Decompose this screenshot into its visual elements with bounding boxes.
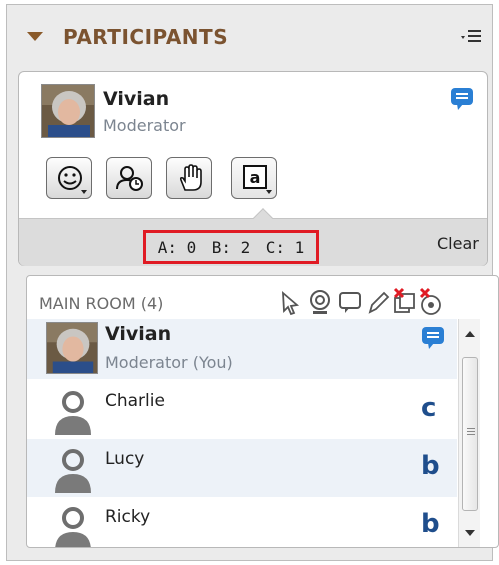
emoticon-button[interactable] xyxy=(46,157,92,199)
answer-badge: b xyxy=(421,509,440,539)
avatar xyxy=(41,84,95,138)
answer-a-icon: a xyxy=(243,165,267,189)
list-item[interactable]: Lucy b xyxy=(27,439,457,497)
answer-badge: c xyxy=(421,393,437,423)
participant-name: Lucy xyxy=(105,449,145,469)
webcam-icon[interactable] xyxy=(307,287,333,317)
raise-hand-button[interactable] xyxy=(166,157,212,199)
panel-header: PARTICIPANTS xyxy=(7,5,492,61)
smiley-icon xyxy=(58,166,82,190)
desktop-share-off-icon[interactable] xyxy=(417,287,443,317)
clear-button[interactable]: Clear xyxy=(437,234,479,253)
list-item-me[interactable]: Vivian Moderator (You) xyxy=(27,319,457,379)
person-icon xyxy=(55,391,91,435)
list-item[interactable]: Charlie c xyxy=(27,381,457,439)
panel-title: PARTICIPANTS xyxy=(63,25,229,49)
user-role: Moderator xyxy=(103,116,186,135)
list-item[interactable]: Ricky b xyxy=(27,497,457,547)
scroll-thumb[interactable] xyxy=(462,357,478,511)
current-user-card: Vivian Moderator a A: 0 B: 2 C: 1 Clear xyxy=(18,71,488,266)
chat-bubble-icon[interactable] xyxy=(449,86,475,112)
count-b: B: 2 xyxy=(211,237,251,257)
step-away-button[interactable] xyxy=(106,157,152,199)
participant-name: Vivian xyxy=(105,323,172,345)
participant-role: Moderator (You) xyxy=(105,353,233,372)
chat-bubble-icon[interactable] xyxy=(420,325,446,351)
person-icon xyxy=(55,449,91,493)
collapse-arrow-icon[interactable] xyxy=(27,32,43,41)
avatar xyxy=(46,322,98,374)
scroll-down-arrow-icon[interactable] xyxy=(465,530,475,536)
answer-counts: A: 0 B: 2 C: 1 xyxy=(143,230,319,264)
svg-text:a: a xyxy=(250,168,261,187)
hand-icon xyxy=(179,164,202,191)
scroll-up-arrow-icon[interactable] xyxy=(465,331,475,337)
participant-name: Charlie xyxy=(105,391,165,411)
participant-name: Ricky xyxy=(105,507,151,527)
app-share-off-icon[interactable] xyxy=(391,287,417,317)
person-icon xyxy=(55,507,91,547)
count-c: C: 1 xyxy=(265,237,305,257)
participants-panel: PARTICIPANTS Vivian Moderator a A: 0 B: … xyxy=(6,4,499,561)
user-name: Vivian xyxy=(103,88,170,110)
answer-badge: b xyxy=(421,451,440,481)
options-menu-icon[interactable] xyxy=(459,27,485,47)
count-a: A: 0 xyxy=(157,237,197,257)
pencil-icon[interactable] xyxy=(365,287,391,317)
room-title: MAIN ROOM (4) xyxy=(39,294,164,313)
list-scrollbar[interactable] xyxy=(458,319,480,547)
away-clock-icon xyxy=(116,166,143,191)
answer-select-button[interactable]: a xyxy=(231,157,277,199)
main-room-list: MAIN ROOM (4) Vivian Moderator (You) Cha… xyxy=(26,275,499,548)
chat-icon[interactable] xyxy=(337,287,363,317)
pointer-tool-icon[interactable] xyxy=(277,287,303,317)
